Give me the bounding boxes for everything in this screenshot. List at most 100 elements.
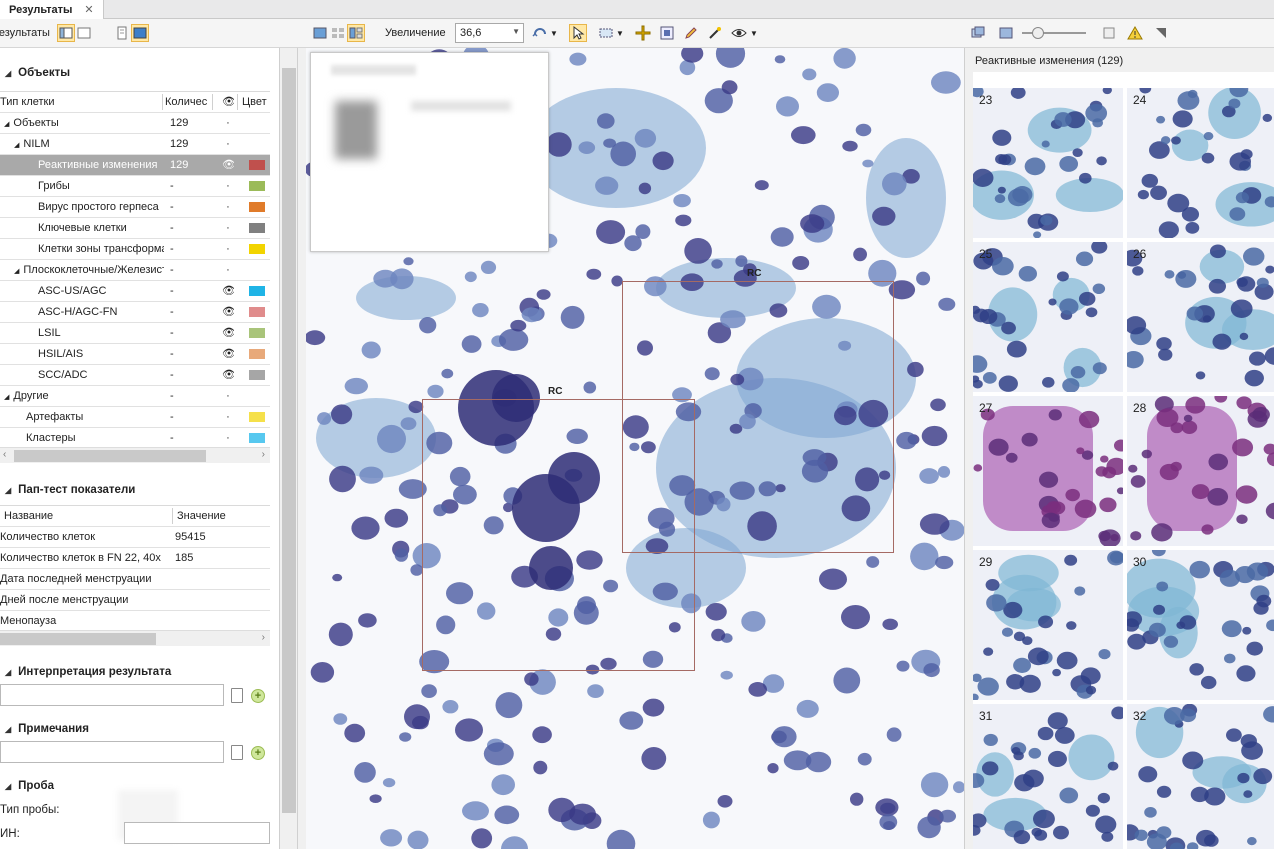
color-swatch[interactable]: [249, 428, 265, 448]
pap-value[interactable]: 95415: [175, 527, 265, 547]
sample-section-header[interactable]: ◢ Проба: [0, 776, 54, 796]
thumbnail[interactable]: 23: [973, 88, 1123, 238]
pap-value[interactable]: 185: [175, 548, 265, 568]
fit-icon[interactable]: [1100, 24, 1118, 42]
visibility-icon[interactable]: ·: [222, 218, 234, 238]
pap-row[interactable]: Количество клеток в FN 22, 40x 185: [0, 548, 270, 569]
zoom-select[interactable]: 36,6 ▼: [455, 23, 524, 43]
column-header[interactable]: Цвет: [242, 92, 270, 112]
sample-id-field[interactable]: [124, 822, 270, 844]
slide-viewer[interactable]: RC RC: [306, 48, 964, 849]
visibility-icon[interactable]: 👁: [222, 323, 234, 343]
column-header[interactable]: Название: [4, 506, 176, 526]
object-row[interactable]: Ключевые клетки - ·: [0, 218, 270, 239]
view-one-icon[interactable]: [311, 24, 329, 42]
thumbnail[interactable]: 32: [1127, 704, 1274, 849]
magic-wand-icon[interactable]: [706, 24, 724, 42]
object-row[interactable]: ASC-US/AGC - 👁: [0, 281, 270, 302]
layout-panel-icon[interactable]: [57, 24, 75, 42]
warning-icon[interactable]: [1126, 24, 1144, 42]
left-vscrollbar[interactable]: [280, 48, 298, 849]
visibility-icon[interactable]: ·: [222, 386, 234, 406]
tab-results[interactable]: Результаты ✕: [0, 0, 104, 19]
chevron-right-icon[interactable]: ›: [262, 449, 265, 460]
chevron-down-icon[interactable]: ▼: [616, 29, 624, 38]
object-row[interactable]: Клетки зоны трансформации- ·: [0, 239, 270, 260]
visibility-icon[interactable]: ·: [222, 197, 234, 217]
object-row[interactable]: LSIL - 👁: [0, 323, 270, 344]
color-swatch[interactable]: [249, 365, 265, 385]
color-swatch[interactable]: [249, 134, 265, 154]
slider-knob[interactable]: [1032, 27, 1044, 39]
pap-value[interactable]: [175, 590, 265, 610]
visibility-icon[interactable]: ·: [222, 239, 234, 259]
report-icon[interactable]: [113, 24, 131, 42]
thumbnail[interactable]: 26: [1127, 242, 1274, 392]
rectangle-select-icon[interactable]: [597, 24, 615, 42]
color-swatch[interactable]: [249, 113, 265, 133]
object-row[interactable]: ◢ NILM 129 ·: [0, 134, 270, 155]
object-row[interactable]: Кластеры - ·: [0, 428, 270, 449]
interpretation-input[interactable]: [0, 684, 224, 706]
chevron-down-icon[interactable]: ▼: [550, 29, 558, 38]
column-header[interactable]: Значение: [177, 506, 267, 526]
expand-icon[interactable]: ◢: [4, 121, 9, 128]
color-swatch[interactable]: [249, 344, 265, 364]
color-swatch[interactable]: [249, 323, 265, 343]
visibility-icon[interactable]: 👁: [222, 365, 234, 385]
color-swatch[interactable]: [249, 386, 265, 406]
chevron-right-icon[interactable]: ›: [262, 632, 265, 643]
color-swatch[interactable]: [249, 197, 265, 217]
view-grid-icon[interactable]: [329, 24, 347, 42]
annotate-icon[interactable]: [658, 24, 676, 42]
objects-hscrollbar[interactable]: ‹ ›: [0, 447, 270, 463]
measure-icon[interactable]: [634, 24, 652, 42]
collapse-icon[interactable]: ◢: [5, 486, 11, 495]
visibility-icon[interactable]: ·: [222, 176, 234, 196]
visibility-icon[interactable]: 👁: [222, 281, 234, 301]
color-swatch[interactable]: [249, 281, 265, 301]
object-row[interactable]: ◢ Плоскоклеточные/Железистые- ·: [0, 260, 270, 281]
visibility-icon[interactable]: ·: [222, 428, 234, 448]
thumbnail[interactable]: 25: [973, 242, 1123, 392]
objects-section-header[interactable]: ◢ Объекты: [0, 63, 70, 83]
roi-box[interactable]: [422, 399, 695, 671]
visibility-icon[interactable]: 👁: [222, 302, 234, 322]
visibility-icon[interactable]: ·: [222, 407, 234, 427]
object-row[interactable]: Грибы - ·: [0, 176, 270, 197]
screen-view-icon[interactable]: [131, 24, 149, 42]
color-swatch[interactable]: [249, 218, 265, 238]
color-swatch[interactable]: [249, 260, 265, 280]
rotate-icon[interactable]: [531, 24, 549, 42]
visibility-icon[interactable]: ·: [222, 113, 234, 133]
corner-resize-icon[interactable]: [1152, 24, 1170, 42]
thumbnail[interactable]: 31: [973, 704, 1123, 849]
pap-value[interactable]: [175, 611, 265, 631]
scroll-thumb[interactable]: [282, 68, 296, 813]
close-icon[interactable]: ✕: [84, 3, 93, 16]
thumbnail[interactable]: 27: [973, 396, 1123, 546]
overview-map[interactable]: [310, 52, 549, 252]
collapse-icon[interactable]: ◢: [5, 782, 11, 791]
color-swatch[interactable]: [249, 302, 265, 322]
document-icon[interactable]: [231, 745, 243, 760]
object-row[interactable]: HSIL/AIS - 👁: [0, 344, 270, 365]
thumbnail[interactable]: 30: [1127, 550, 1274, 700]
thumbnail-size-slider[interactable]: [1022, 27, 1086, 39]
pap-section-header[interactable]: ◢ Пап-тест показатели: [0, 480, 135, 500]
object-row[interactable]: ◢ Объекты 129 ·: [0, 113, 270, 134]
pap-hscrollbar[interactable]: ›: [0, 630, 270, 646]
color-swatch[interactable]: [249, 155, 265, 175]
collapse-icon[interactable]: ◢: [5, 69, 11, 78]
eye-icon[interactable]: [730, 24, 748, 42]
object-row[interactable]: Реактивные изменения 129 👁: [0, 155, 270, 176]
expand-icon[interactable]: ◢: [14, 268, 19, 275]
scroll-thumb[interactable]: [0, 633, 156, 645]
color-swatch[interactable]: [249, 176, 265, 196]
object-row[interactable]: Вирус простого герпеса - ·: [0, 197, 270, 218]
collapse-icon[interactable]: ◢: [5, 668, 11, 677]
thumbnail-view-icon[interactable]: [997, 24, 1015, 42]
add-icon[interactable]: +: [251, 746, 265, 760]
layout-single-icon[interactable]: [75, 24, 93, 42]
visibility-icon[interactable]: 👁: [222, 155, 234, 175]
